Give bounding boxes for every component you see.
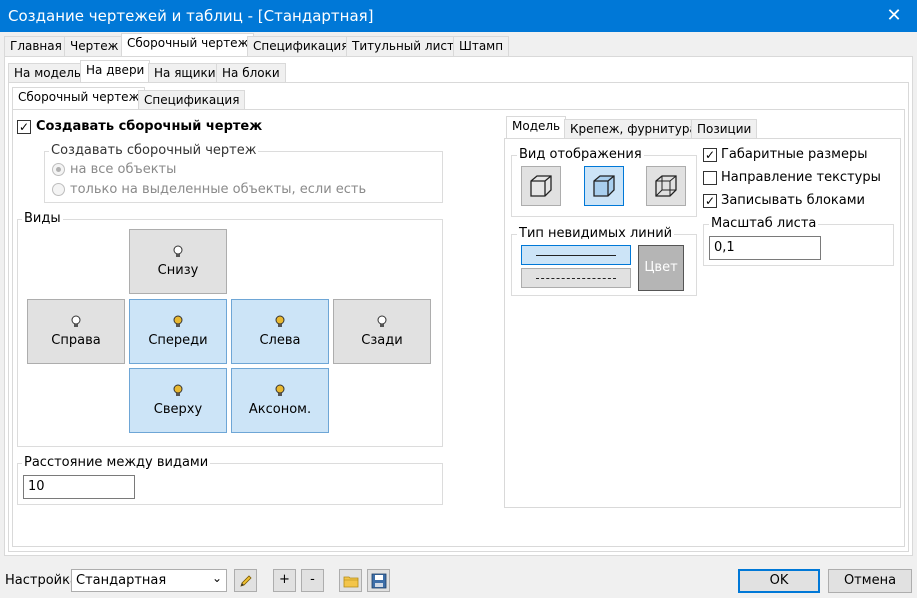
create-scope-group-title: Создавать сборочный чертеж — [49, 143, 259, 158]
innertab-specification[interactable]: Спецификация — [138, 90, 246, 110]
view-front-button[interactable]: Спереди — [129, 299, 227, 364]
edit-button[interactable] — [234, 569, 257, 592]
tab-main[interactable]: Главная — [4, 36, 68, 56]
view-axonometric-button[interactable]: Аксоном. — [231, 368, 329, 433]
view-back-label: Сзади — [361, 333, 403, 348]
open-button[interactable] — [339, 569, 362, 592]
preset-select[interactable]: Стандартная ⌄ — [71, 569, 227, 592]
folder-icon — [343, 576, 358, 588]
color-button[interactable]: Цвет — [638, 245, 684, 291]
view-right-button[interactable]: Справа — [27, 299, 125, 364]
floppy-icon — [371, 573, 386, 589]
view-top-button[interactable]: Сверху — [129, 368, 227, 433]
tab-positions[interactable]: Позиции — [691, 119, 758, 139]
settings-label: Настройка — [5, 573, 78, 588]
tab-drawing[interactable]: Чертеж — [64, 36, 125, 56]
overall-dims-label: Габаритные размеры — [721, 147, 868, 162]
remove-preset-button[interactable]: - — [301, 569, 324, 592]
view-back-button[interactable]: Сзади — [333, 299, 431, 364]
tab-title-sheet[interactable]: Титульный лист — [346, 36, 460, 56]
overall-dims-checkbox[interactable]: ✓ — [703, 148, 717, 162]
texture-direction-checkbox[interactable] — [703, 171, 717, 185]
bulb-lit-icon — [173, 384, 183, 396]
radio-selected-objects-label: только на выделенные объекты, если есть — [70, 182, 367, 197]
create-assembly-label: Создавать сборочный чертеж — [36, 119, 263, 134]
radio-all-objects[interactable] — [52, 163, 65, 176]
close-icon[interactable]: ✕ — [881, 4, 907, 28]
view-top-label: Сверху — [153, 402, 203, 417]
display-mode-group-title: Вид отображения — [517, 147, 644, 162]
view-left-button[interactable]: Слева — [231, 299, 329, 364]
bulb-lit-icon — [275, 384, 285, 396]
chevron-down-icon: ⌄ — [211, 571, 222, 585]
views-group-title: Виды — [22, 211, 63, 226]
scale-group-title: Масштаб листа — [709, 216, 819, 231]
ok-button[interactable]: OK — [738, 569, 820, 593]
add-preset-button[interactable]: + — [273, 569, 296, 592]
bulb-lit-icon — [275, 315, 285, 327]
subtab-on-drawers[interactable]: На ящики — [148, 63, 222, 83]
tab-fasteners[interactable]: Крепеж, фурнитура — [564, 119, 703, 139]
cube-solid-icon — [530, 175, 552, 197]
pencil-icon — [239, 575, 252, 587]
view-left-label: Слева — [259, 333, 301, 348]
texture-direction-label: Направление текстуры — [721, 170, 881, 185]
tab-specification[interactable]: Спецификация — [247, 36, 355, 56]
distance-group-title: Расстояние между видами — [22, 455, 211, 470]
line-dashed-button[interactable] — [521, 268, 631, 288]
bulb-icon — [173, 245, 183, 257]
cube-shaded-icon — [593, 175, 615, 197]
subtab-on-blocks[interactable]: На блоки — [216, 63, 286, 83]
view-front-label: Спереди — [148, 333, 208, 348]
line-solid-button[interactable] — [521, 245, 631, 265]
view-bottom-button[interactable]: Снизу — [129, 229, 227, 294]
radio-all-objects-label: на все объекты — [70, 162, 177, 177]
hidden-lines-group-title: Тип невидимых линий — [517, 226, 675, 241]
save-button[interactable] — [367, 569, 390, 592]
view-right-label: Справа — [51, 333, 101, 348]
write-blocks-checkbox[interactable]: ✓ — [703, 194, 717, 208]
display-shaded-button[interactable] — [584, 166, 624, 206]
innertab-assembly[interactable]: Сборочный чертеж — [12, 87, 146, 110]
tab-stamp[interactable]: Штамп — [453, 36, 510, 56]
bulb-icon — [377, 315, 387, 327]
scale-input[interactable]: 0,1 — [709, 236, 821, 260]
view-axonometric-label: Аксоном. — [248, 402, 312, 417]
display-wireframe-button[interactable] — [646, 166, 686, 206]
radio-selected-objects[interactable] — [52, 183, 65, 196]
distance-input[interactable]: 10 — [23, 475, 135, 499]
display-solid-button[interactable] — [521, 166, 561, 206]
subtab-on-doors[interactable]: На двери — [80, 60, 151, 83]
title-bar: Создание чертежей и таблиц - [Стандартна… — [0, 0, 917, 32]
cube-wireframe-icon — [655, 175, 677, 197]
dashed-line-icon — [536, 278, 616, 279]
create-assembly-checkbox[interactable]: ✓ — [17, 120, 31, 134]
solid-line-icon — [536, 255, 616, 256]
bulb-lit-icon — [173, 315, 183, 327]
bulb-icon — [71, 315, 81, 327]
preset-select-value: Стандартная — [76, 573, 167, 588]
cancel-button[interactable]: Отмена — [828, 569, 912, 593]
tab-model[interactable]: Модель — [506, 116, 567, 139]
view-bottom-label: Снизу — [157, 263, 199, 278]
subtab-on-model[interactable]: На модель — [8, 63, 88, 83]
window-title: Создание чертежей и таблиц - [Стандартна… — [8, 7, 374, 25]
tab-assembly-drawing[interactable]: Сборочный чертеж — [121, 33, 255, 56]
write-blocks-label: Записывать блоками — [721, 193, 866, 208]
